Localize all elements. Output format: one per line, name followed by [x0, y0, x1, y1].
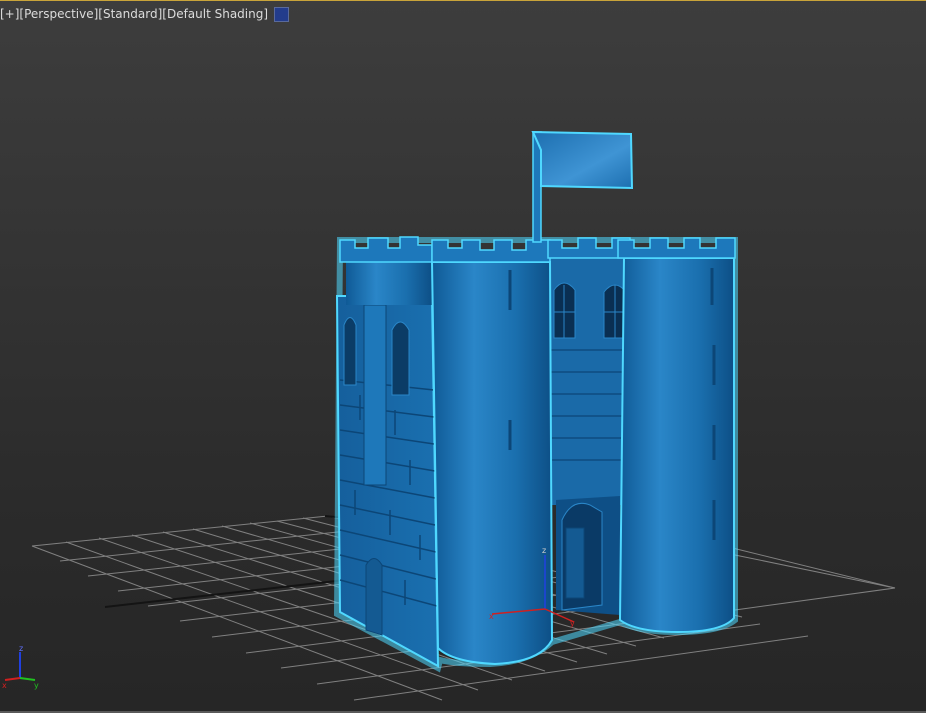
castle-model[interactable] — [333, 130, 738, 673]
color-swatch-icon[interactable] — [274, 6, 290, 22]
gizmo-y-label: y — [570, 619, 575, 628]
left-door — [365, 558, 383, 636]
viewport-scene[interactable]: z x y z x y — [0, 0, 926, 713]
tripod-z-label: z — [19, 644, 23, 653]
viewport-point-of-view-button[interactable]: [Perspective] — [19, 7, 98, 21]
left-window-2 — [391, 321, 410, 396]
front-tower-right — [618, 257, 735, 634]
front-tower-left — [430, 261, 554, 666]
gizmo-x-label: x — [489, 612, 494, 621]
castle-flag — [531, 130, 634, 190]
perspective-viewport[interactable]: z x y z x y [+] [Perspective] [Standard]… — [0, 0, 926, 713]
viewport-menu-button[interactable]: [+] — [0, 7, 19, 21]
viewport-shading-button[interactable]: [Default Shading] — [162, 7, 268, 21]
tripod-x-label: x — [2, 681, 7, 690]
gizmo-z-label: z — [542, 546, 546, 555]
axis-tripod-icon: z x y — [2, 644, 39, 690]
tripod-y-label: y — [34, 681, 39, 690]
viewport-quality-button[interactable]: [Standard] — [98, 7, 162, 21]
viewport-label-bar: [+] [Perspective] [Standard] [Default Sh… — [0, 5, 290, 23]
left-window-1 — [343, 317, 357, 386]
gate-door — [565, 527, 585, 599]
left-wall-buttress — [363, 304, 387, 486]
